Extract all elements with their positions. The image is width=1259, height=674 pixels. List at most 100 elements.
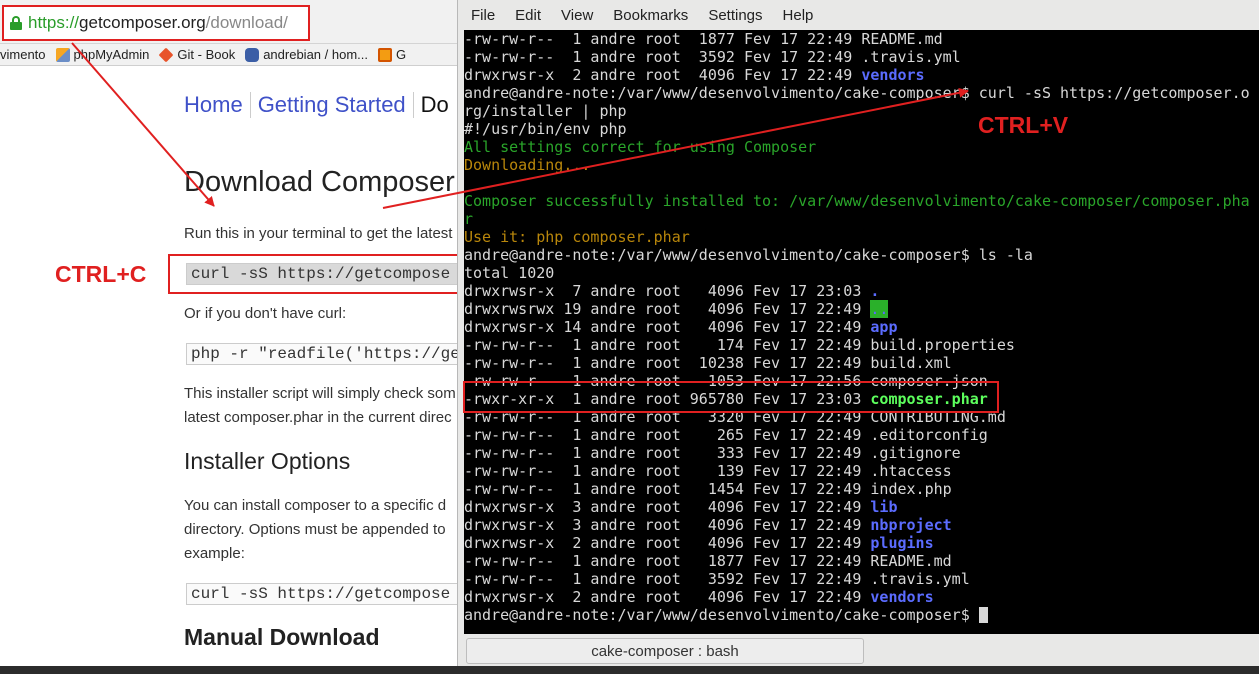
bookmark-git-book[interactable]: Git - Book — [158, 47, 235, 62]
ctrl-c-annotation: CTRL+C — [55, 261, 147, 287]
terminal-text: andre@andre-note:/var/www/desenvolviment… — [464, 84, 1250, 102]
terminal-text: andre@andre-note:/var/www/desenvolviment… — [464, 246, 1033, 264]
terminal-line: Use it: php composer.phar — [464, 228, 1250, 246]
terminal-line: r — [464, 210, 1250, 228]
terminal-output[interactable]: -rw-rw-r-- 1 andre root 1877 Fev 17 22:4… — [464, 30, 1259, 634]
terminal-text: drwxrwsr-x 14 andre root 4096 Fev 17 22:… — [464, 318, 871, 336]
url-field[interactable]: https://getcomposer.org/download/ — [2, 5, 310, 41]
terminal-text: -rw-rw-r-- 1 andre root 3592 Fev 17 22:4… — [464, 48, 961, 66]
terminal-tab[interactable]: cake-composer : bash — [466, 638, 864, 664]
options-text-3: example: — [184, 545, 245, 562]
terminal-text: Downloading... — [464, 156, 591, 174]
nav-home[interactable]: Home — [184, 92, 250, 118]
terminal-text: rg/installer | php — [464, 102, 627, 120]
bookmark-label: phpMyAdmin — [73, 47, 150, 62]
terminal-text: -rw-rw-r-- 1 andre root 1454 Fev 17 22:4… — [464, 480, 952, 498]
address-bar: https://getcomposer.org/download/ — [0, 0, 470, 44]
terminal-line: total 1020 — [464, 264, 1250, 282]
terminal-cursor — [978, 607, 988, 623]
ctrl-v-annotation: CTRL+V — [978, 112, 1069, 138]
bookmark-g[interactable]: G — [378, 47, 406, 62]
menu-view[interactable]: View — [561, 7, 593, 24]
terminal-line: -rw-rw-r-- 1 andre root 174 Fev 17 22:49… — [464, 336, 1250, 354]
terminal-line: drwxrwsr-x 14 andre root 4096 Fev 17 22:… — [464, 318, 1250, 336]
terminal-text: -rw-rw-r-- 1 andre root 3592 Fev 17 22:4… — [464, 570, 970, 588]
terminal-text: drwxrwsrwx 19 andre root 4096 Fev 17 22:… — [464, 300, 871, 318]
terminal-line: #!/usr/bin/env php — [464, 120, 1250, 138]
terminal-line: -rw-rw-r-- 1 andre root 1877 Fev 17 22:4… — [464, 30, 1250, 48]
terminal-text: -rw-rw-r-- 1 andre root 10238 Fev 17 22:… — [464, 354, 952, 372]
terminal-text: lib — [870, 498, 898, 516]
terminal-text: Composer successfully installed to: /var… — [464, 192, 1250, 210]
nav-getting-started[interactable]: Getting Started — [249, 92, 413, 118]
terminal-line: drwxrwsr-x 2 andre root 4096 Fev 17 22:4… — [464, 66, 1250, 84]
copy-highlight-frame — [168, 254, 460, 294]
menu-settings[interactable]: Settings — [708, 7, 762, 24]
bookmark-label: andrebian / hom... — [263, 47, 368, 62]
terminal-text: All settings correct for using Composer — [464, 138, 817, 156]
terminal-line: andre@andre-note:/var/www/desenvolviment… — [464, 246, 1250, 264]
menu-file[interactable]: File — [471, 7, 495, 24]
terminal-window: File Edit View Bookmarks Settings Help -… — [457, 0, 1259, 674]
terminal-line: Composer successfully installed to: /var… — [464, 192, 1250, 210]
menu-edit[interactable]: Edit — [515, 7, 541, 24]
terminal-text: -rw-rw-r-- 1 andre root 265 Fev 17 22:49… — [464, 426, 988, 444]
terminal-text: -rw-rw-r-- 1 andre root 174 Fev 17 22:49… — [464, 336, 1015, 354]
menu-bookmarks[interactable]: Bookmarks — [613, 7, 688, 24]
nav-download[interactable]: Do — [412, 92, 456, 118]
php-command-box[interactable]: php -r "readfile('https://ge — [186, 343, 476, 365]
terminal-line: -rw-rw-r-- 1 andre root 265 Fev 17 22:49… — [464, 426, 1250, 444]
terminal-statusbar: cake-composer : bash — [458, 636, 1259, 666]
terminal-text: -rw-rw-r-- 1 andre root 139 Fev 17 22:49… — [464, 462, 952, 480]
terminal-line: drwxrwsr-x 3 andre root 4096 Fev 17 22:4… — [464, 498, 1250, 516]
installer-text-1: This installer script will simply check … — [184, 385, 456, 402]
terminal-menubar: File Edit View Bookmarks Settings Help — [458, 0, 1259, 30]
site-nav: Home Getting Started Do — [184, 92, 456, 118]
no-curl-text: Or if you don't have curl: — [184, 305, 347, 322]
options-text-2: directory. Options must be appended to — [184, 521, 446, 538]
terminal-line: andre@andre-note:/var/www/desenvolviment… — [464, 606, 1250, 624]
terminal-lines: -rw-rw-r-- 1 andre root 1877 Fev 17 22:4… — [464, 30, 1250, 624]
terminal-text: -rw-rw-r-- 1 andre root 1877 Fev 17 22:4… — [464, 30, 943, 48]
terminal-text: r — [464, 210, 474, 228]
bookmark-phpmyadmin[interactable]: phpMyAdmin — [55, 47, 150, 62]
bookmark-label: G — [396, 47, 407, 62]
url-path: /download/ — [205, 13, 288, 32]
terminal-text: . — [870, 282, 880, 300]
terminal-text: #!/usr/bin/env php — [464, 120, 627, 138]
url-host: getcomposer.org — [79, 13, 206, 32]
terminal-text: drwxrwsr-x 2 andre root 4096 Fev 17 22:4… — [464, 66, 862, 84]
terminal-line: -rw-rw-r-- 1 andre root 3592 Fev 17 22:4… — [464, 570, 1250, 588]
menu-help[interactable]: Help — [783, 7, 814, 24]
curl-command-2: curl -sS https://getcompose — [191, 585, 451, 603]
terminal-text: drwxrwsr-x 7 andre root 4096 Fev 17 23:0… — [464, 282, 871, 300]
terminal-text: app — [870, 318, 898, 336]
bookmark-vimento[interactable]: vimento — [0, 47, 46, 62]
terminal-tab-title: cake-composer : bash — [591, 642, 739, 660]
curl-command-box-2[interactable]: curl -sS https://getcompose — [186, 583, 476, 605]
git-icon — [158, 47, 174, 62]
page-title: Download Composer — [184, 166, 455, 198]
bookmarks-bar: vimento phpMyAdmin Git - Book andrebian … — [0, 44, 470, 66]
url-scheme: https:// — [28, 13, 80, 32]
terminal-line: rg/installer | php — [464, 102, 1250, 120]
terminal-line: -rw-rw-r-- 1 andre root 10238 Fev 17 22:… — [464, 354, 1250, 372]
terminal-text: drwxrwsr-x 3 andre root 4096 Fev 17 22:4… — [464, 516, 871, 534]
bookmark-andrebian[interactable]: andrebian / hom... — [245, 47, 368, 62]
terminal-line: -rw-rw-r-- 1 andre root 3592 Fev 17 22:4… — [464, 48, 1250, 66]
terminal-text: andre@andre-note:/var/www/desenvolviment… — [464, 606, 979, 624]
terminal-text: nbproject — [870, 516, 952, 534]
terminal-line: drwxrwsr-x 3 andre root 4096 Fev 17 22:4… — [464, 516, 1250, 534]
terminal-line: -rw-rw-r-- 1 andre root 1877 Fev 17 22:4… — [464, 552, 1250, 570]
terminal-line: All settings correct for using Composer — [464, 138, 1250, 156]
terminal-text: plugins — [870, 534, 934, 552]
terminal-line: drwxrwsrwx 19 andre root 4096 Fev 17 22:… — [464, 300, 1250, 318]
terminal-line: -rw-rw-r-- 1 andre root 139 Fev 17 22:49… — [464, 462, 1250, 480]
terminal-text: total 1020 — [464, 264, 555, 282]
url-text: https://getcomposer.org/download/ — [28, 13, 288, 33]
terminal-text: Use it: php composer.phar — [464, 228, 690, 246]
terminal-line: Downloading... — [464, 156, 1250, 174]
installer-text-2: latest composer.phar in the current dire… — [184, 409, 452, 426]
phpmyadmin-icon — [55, 47, 70, 62]
